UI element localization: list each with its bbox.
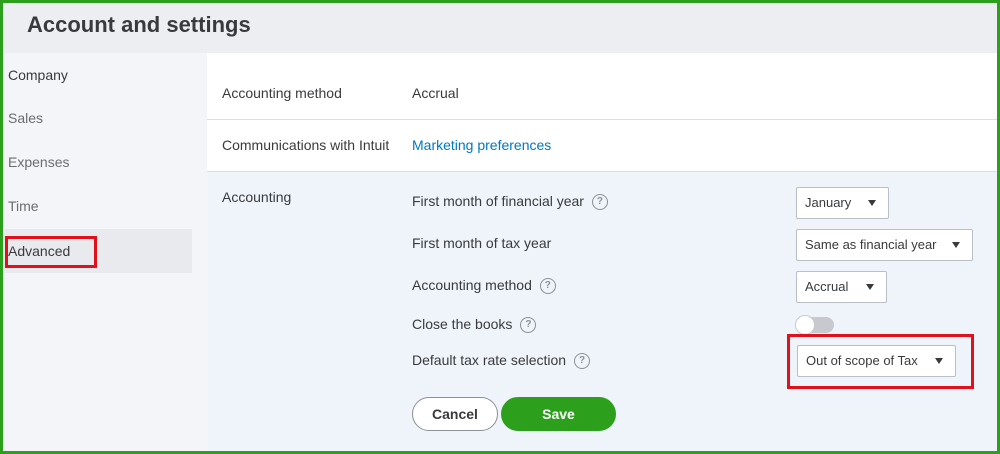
sidebar-item-advanced[interactable]: Advanced	[3, 229, 192, 273]
first-month-financial-label: First month of financial year?	[412, 193, 608, 211]
accounting-method-select[interactable]: Accrual	[796, 271, 887, 303]
cancel-button[interactable]: Cancel	[412, 397, 498, 431]
accounting-method-label: Accounting method	[222, 85, 342, 101]
sidebar-item-time[interactable]: Time	[3, 184, 192, 228]
help-icon[interactable]: ?	[574, 353, 591, 370]
save-button[interactable]: Save	[501, 397, 616, 431]
marketing-preferences-link[interactable]: Marketing preferences	[412, 137, 551, 153]
accounting-method-select-value: Accrual	[805, 279, 849, 294]
chevron-down-icon	[866, 284, 874, 290]
communications-label: Communications with Intuit	[222, 137, 390, 153]
accounting-method-value: Accrual	[412, 85, 459, 101]
communications-row: Communications with Intuit Marketing pre…	[207, 120, 997, 172]
page-title: Account and settings	[27, 12, 251, 37]
first-month-tax-value: Same as financial year	[805, 237, 937, 252]
first-month-tax-label: First month of tax year	[412, 235, 552, 251]
close-books-toggle[interactable]	[795, 315, 834, 335]
close-books-label: Close the books?	[412, 316, 537, 334]
default-tax-value: Out of scope of Tax	[806, 353, 918, 368]
sidebar-item-expenses[interactable]: Expenses	[3, 140, 192, 184]
close-books-text: Close the books	[412, 316, 513, 332]
chevron-down-icon	[952, 242, 960, 248]
first-month-financial-text: First month of financial year	[412, 193, 584, 209]
first-month-financial-select[interactable]: January	[796, 187, 889, 219]
toggle-knob	[795, 315, 815, 335]
help-icon[interactable]: ?	[520, 317, 537, 334]
accounting-method-setting-label: Accounting method?	[412, 277, 556, 295]
first-month-tax-select[interactable]: Same as financial year	[796, 229, 973, 261]
sidebar-item-company[interactable]: Company	[3, 53, 192, 97]
page-header: Account and settings	[3, 3, 997, 53]
first-month-financial-value: January	[805, 195, 852, 210]
help-icon[interactable]: ?	[591, 194, 608, 211]
default-tax-text: Default tax rate selection	[412, 352, 567, 368]
accounting-method-setting-text: Accounting method	[412, 277, 532, 293]
settings-sidebar: Company Sales Expenses Time Advanced	[3, 53, 192, 451]
default-tax-label: Default tax rate selection?	[412, 352, 591, 370]
chevron-down-icon	[868, 200, 876, 206]
accounting-method-row: Accounting method Accrual	[207, 53, 997, 120]
settings-content: Accounting method Accrual Communications…	[192, 53, 997, 451]
chevron-down-icon	[935, 358, 943, 364]
sidebar-item-sales[interactable]: Sales	[3, 96, 192, 140]
accounting-section-label: Accounting	[222, 189, 292, 205]
default-tax-select[interactable]: Out of scope of Tax	[797, 345, 956, 377]
accounting-section: Accounting First month of financial year…	[207, 172, 997, 451]
help-icon[interactable]: ?	[539, 278, 556, 295]
